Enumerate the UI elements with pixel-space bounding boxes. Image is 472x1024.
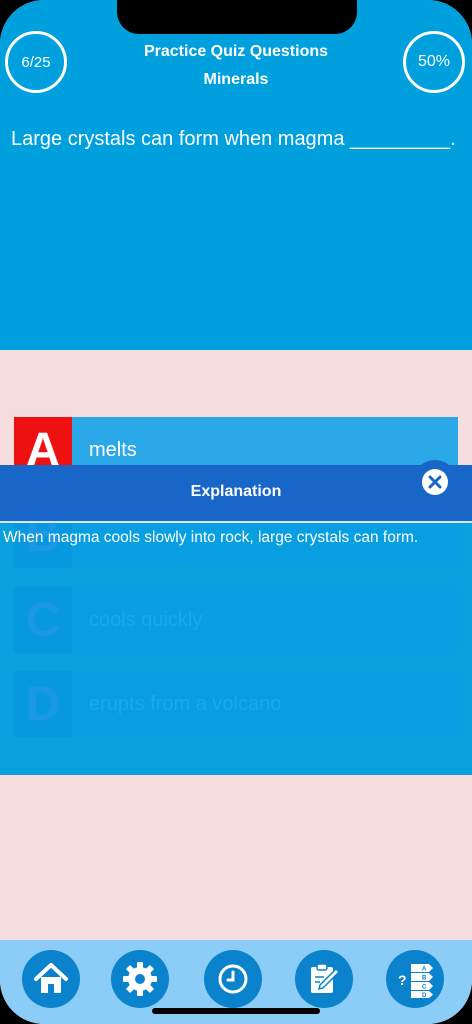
svg-text:A: A xyxy=(422,967,427,973)
home-icon xyxy=(34,963,68,993)
answer-letter-d: D xyxy=(14,671,72,737)
settings-button[interactable] xyxy=(111,950,169,1008)
svg-text:D: D xyxy=(422,993,427,998)
close-icon xyxy=(422,469,448,495)
quiz-list-icon: ? A B C D xyxy=(398,964,433,998)
answer-text-c: cools quickly xyxy=(89,609,203,631)
clock-icon xyxy=(218,964,248,994)
svg-text:?: ? xyxy=(398,972,407,988)
quiz-list-button[interactable]: ? A B C D xyxy=(386,950,444,1008)
answer-option-c[interactable]: C cools quickly xyxy=(14,587,458,653)
explanation-text: When magma cools slowly into rock, large… xyxy=(3,529,419,546)
answer-letter-c: C xyxy=(14,587,72,653)
quiz-screen: 6/25 50% Practice Quiz Questions Mineral… xyxy=(0,0,472,1024)
question-panel: 6/25 50% Practice Quiz Questions Mineral… xyxy=(0,0,472,350)
explanation-title: Explanation xyxy=(190,483,282,500)
svg-text:C: C xyxy=(422,985,427,991)
question-text: Large crystals can form when magma _____… xyxy=(11,128,456,150)
page-title: Practice Quiz Questions xyxy=(143,43,329,60)
gear-icon xyxy=(123,962,157,996)
svg-text:B: B xyxy=(422,976,427,982)
answer-text-d: erupts from a volcano xyxy=(89,693,282,715)
notes-icon xyxy=(311,963,341,993)
explanation-divider xyxy=(0,521,472,523)
home-button[interactable] xyxy=(22,950,80,1008)
home-indicator xyxy=(152,1008,320,1014)
close-explanation-button[interactable] xyxy=(413,460,457,504)
device-notch xyxy=(117,0,357,34)
timer-button[interactable] xyxy=(204,950,262,1008)
answer-option-d[interactable]: D erupts from a volcano xyxy=(14,671,458,737)
page-subtitle: Minerals xyxy=(203,71,269,88)
notes-button[interactable] xyxy=(295,950,353,1008)
